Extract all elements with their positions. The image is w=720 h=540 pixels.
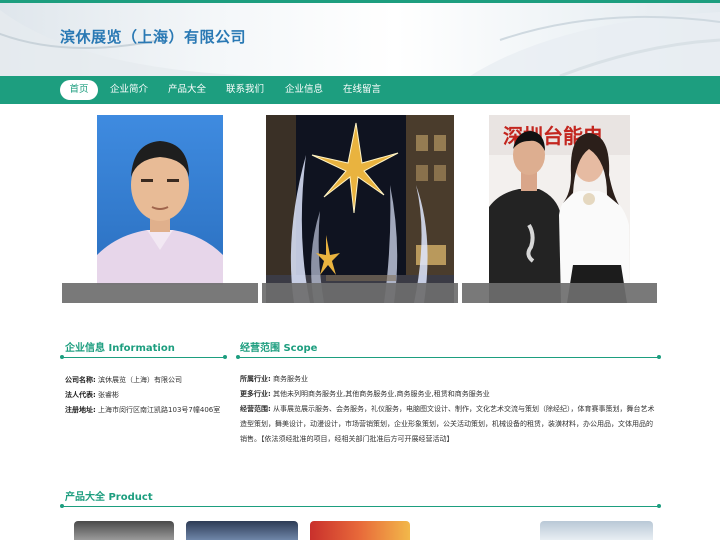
portrait-photo[interactable]: [97, 115, 223, 285]
info-value: 张睿彬: [98, 391, 120, 399]
section-divider-dot: [60, 355, 64, 359]
company-name-title[interactable]: 滨休展览（上海）有限公司: [60, 26, 246, 47]
info-value: 滨休展览（上海）有限公司: [98, 376, 183, 384]
photo-caption-bar: [62, 283, 258, 303]
scope-label: 更多行业:: [240, 390, 271, 398]
event-photo[interactable]: 深圳台能电: [489, 115, 630, 303]
info-value: 上海市闵行区南江凯路103号7幢406室: [98, 406, 221, 414]
scope-industry-row: 所属行业: 商务服务业: [240, 372, 658, 387]
scope-business-row: 经营范围: 从事展览展示服务、会务服务，礼仪服务，电脑图文设计、制作，文化艺术交…: [240, 402, 658, 447]
product-thumbnail[interactable]: [186, 521, 298, 540]
info-row-address: 注册地址: 上海市闵行区南江凯路103号7幢406室: [65, 405, 220, 415]
main-nav: 首页 企业简介 产品大全 联系我们 企业信息 在线留言: [0, 76, 720, 104]
info-label: 法人代表:: [65, 391, 96, 399]
street-lights-photo[interactable]: [266, 115, 454, 303]
nav-item-contact[interactable]: 联系我们: [220, 80, 270, 100]
scope-label: 经营范围:: [240, 405, 271, 413]
photo-caption-bar: [462, 283, 657, 303]
scope-value: 商务服务业: [273, 375, 309, 383]
nav-item-home[interactable]: 首页: [60, 80, 98, 100]
scope-value: 从事展览展示服务、会务服务，礼仪服务，电脑图文设计、制作，文化艺术交流与策划（除…: [240, 405, 655, 443]
product-thumbnail[interactable]: [540, 521, 653, 540]
info-row-legal-rep: 法人代表: 张睿彬: [65, 390, 119, 400]
product-thumbnail[interactable]: [310, 521, 410, 540]
info-row-company-name: 公司名称: 滨休展览（上海）有限公司: [65, 375, 182, 385]
section-divider-dot: [657, 504, 661, 508]
scope-heading: 经营范围 Scope: [240, 343, 318, 354]
nav-item-company-info[interactable]: 企业信息: [279, 80, 329, 100]
section-divider-dot: [223, 355, 227, 359]
section-divider: [238, 357, 659, 358]
info-label: 公司名称:: [65, 376, 96, 384]
photo-caption-bar: [262, 283, 458, 303]
section-divider-dot: [657, 355, 661, 359]
scope-label: 所属行业:: [240, 375, 271, 383]
company-info-heading: 企业信息 Information: [65, 343, 175, 354]
scope-value: 其他未列明商务服务业,其他商务服务业,商务服务业,租赁和商务服务业: [273, 390, 490, 398]
section-divider-dot: [60, 504, 64, 508]
scope-more-industry-row: 更多行业: 其他未列明商务服务业,其他商务服务业,商务服务业,租赁和商务服务业: [240, 387, 658, 402]
products-heading: 产品大全 Product: [65, 492, 153, 503]
site-header: 滨休展览（上海）有限公司: [0, 0, 720, 76]
section-divider-dot: [236, 355, 240, 359]
product-thumbnail[interactable]: [74, 521, 174, 540]
section-divider: [62, 506, 659, 507]
info-label: 注册地址:: [65, 406, 96, 414]
nav-item-message[interactable]: 在线留言: [337, 80, 387, 100]
nav-item-products[interactable]: 产品大全: [162, 80, 212, 100]
nav-item-about[interactable]: 企业简介: [104, 80, 154, 100]
section-divider: [62, 357, 224, 358]
